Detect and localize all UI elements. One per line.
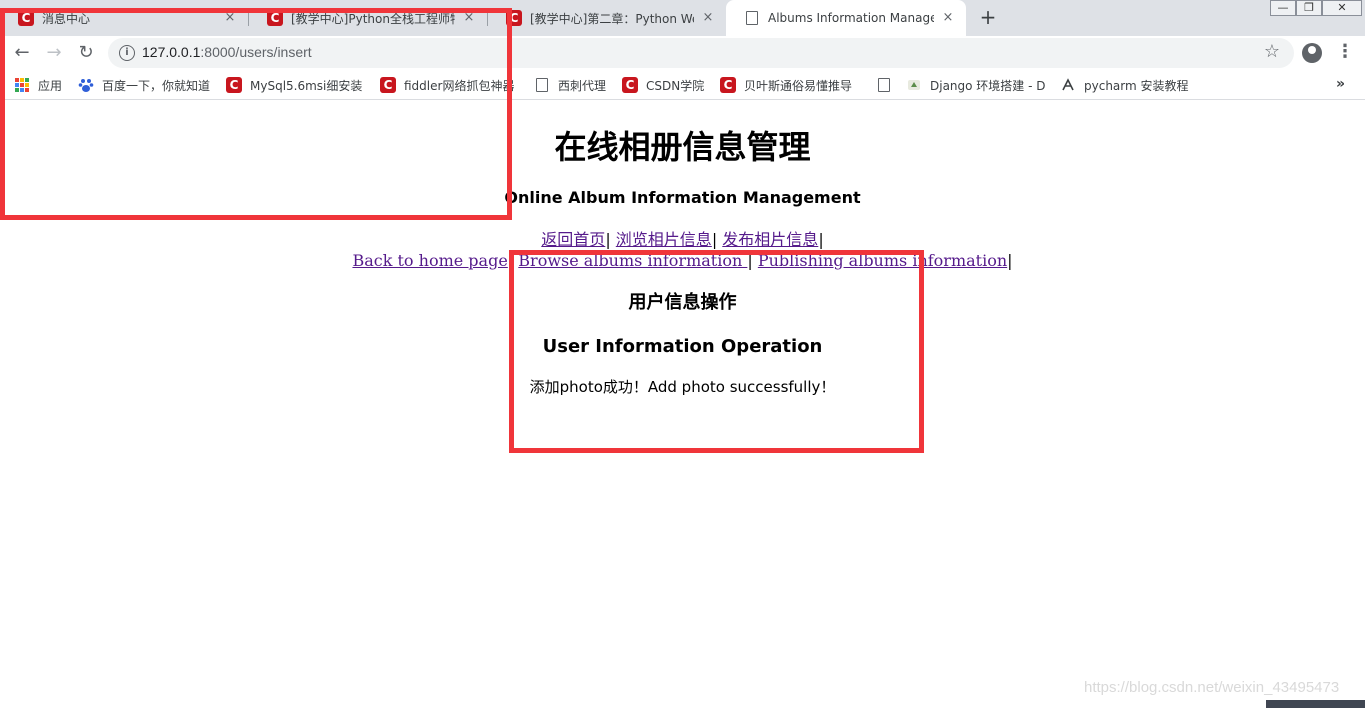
link-home-en[interactable]: Back to home page — [352, 251, 507, 270]
django-favicon-icon — [906, 77, 922, 93]
tab-3-active[interactable]: Albums Information Management × — [726, 0, 966, 36]
link-home-cn[interactable]: 返回首页 — [541, 230, 605, 249]
window-close-button[interactable]: ✕ — [1322, 0, 1362, 16]
link-publish-cn[interactable]: 发布相片信息 — [722, 230, 818, 249]
close-icon[interactable]: × — [940, 10, 956, 26]
pycharm-favicon-icon — [1060, 77, 1076, 93]
nav-separator: | — [818, 230, 824, 249]
restore-button[interactable]: ❐ — [1296, 0, 1322, 16]
annotation-box-url — [0, 8, 512, 220]
bookmark-label: CSDN学院 — [646, 78, 705, 93]
nav-separator: | — [711, 230, 718, 249]
bookmark-xici[interactable]: 西刺代理 — [534, 76, 606, 94]
tab-title: Albums Information Management — [768, 11, 934, 25]
link-browse-cn[interactable]: 浏览相片信息 — [616, 230, 712, 249]
csdn-logo-icon: C — [720, 77, 736, 93]
document-icon — [744, 10, 760, 26]
bookmark-django[interactable]: Django 环境搭建 - D — [906, 76, 1046, 94]
close-icon[interactable]: × — [700, 10, 716, 26]
minimize-button[interactable]: — — [1270, 0, 1296, 16]
bookmark-pycharm[interactable]: pycharm 安装教程 — [1060, 76, 1189, 94]
taskbar-tray — [1266, 700, 1365, 708]
bookmark-label: 贝叶斯通俗易懂推导 — [744, 78, 853, 93]
annotation-box-result — [509, 250, 924, 453]
bookmark-label: 西刺代理 — [558, 78, 607, 93]
csdn-logo-icon: C — [622, 77, 638, 93]
nav-links-cn: 返回首页| 浏览相片信息| 发布相片信息| — [0, 230, 1365, 250]
tab-title: [教学中心]第二章：Python Web — [530, 11, 694, 26]
bookmark-bayes[interactable]: C 贝叶斯通俗易懂推导 — [720, 76, 854, 94]
document-icon — [534, 77, 550, 93]
bookmark-csdn-academy[interactable]: C CSDN学院 — [622, 76, 704, 94]
watermark: https://blog.csdn.net/weixin_43495473 — [1084, 679, 1340, 696]
bookmark-untitled[interactable] — [876, 76, 900, 94]
menu-kebab-icon[interactable]: ⋮ — [1336, 41, 1354, 65]
bookmarks-overflow-icon[interactable]: » — [1336, 76, 1345, 92]
bookmark-label: pycharm 安装教程 — [1084, 78, 1189, 93]
new-tab-button[interactable]: + — [976, 6, 1000, 30]
bookmark-label: Django 环境搭建 - D — [930, 78, 1046, 93]
profile-avatar-icon[interactable] — [1302, 43, 1322, 63]
document-icon — [876, 77, 892, 93]
nav-separator: | — [1007, 251, 1013, 270]
nav-separator: | — [605, 230, 611, 249]
tab-2[interactable]: C [教学中心]第二章：Python Web × — [488, 0, 726, 36]
bookmark-star-icon[interactable]: ☆ — [1264, 41, 1280, 62]
